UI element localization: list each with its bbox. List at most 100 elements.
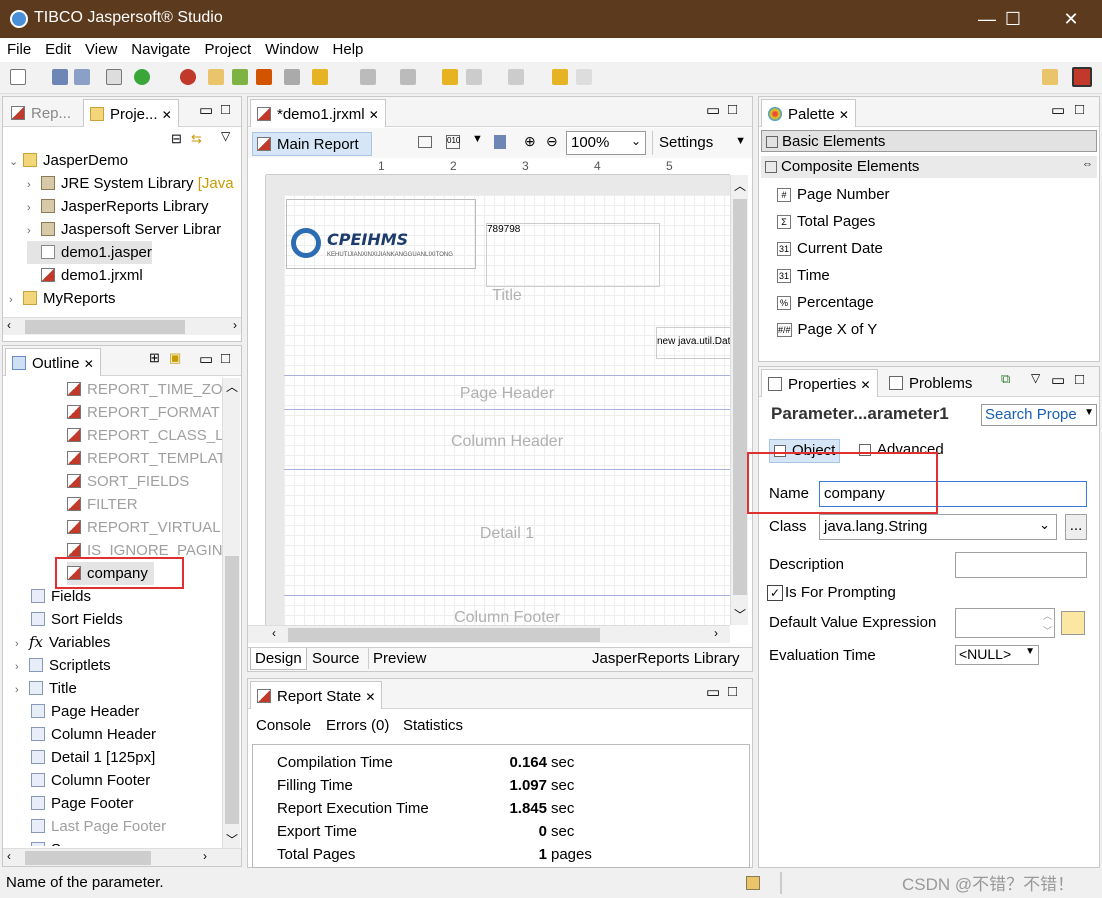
class-browse-button[interactable]: ...: [1065, 514, 1087, 540]
outline-item[interactable]: SORT_FIELDS: [67, 470, 189, 493]
minimize-view-icon[interactable]: ▭: [1051, 371, 1065, 389]
debug-icon[interactable]: [180, 69, 196, 85]
compile-icon[interactable]: [106, 69, 122, 85]
tree-item[interactable]: demo1.jrxml: [27, 264, 143, 287]
outline-item[interactable]: › Scriptlets: [15, 654, 111, 677]
maximize-view-icon[interactable]: □: [728, 101, 737, 118]
tab-demo1-jrxml[interactable]: *demo1.jrxml ✕: [250, 99, 386, 127]
expand-chevron-icon[interactable]: ›: [15, 633, 29, 656]
pin-icon[interactable]: [312, 69, 328, 85]
minimize-view-icon[interactable]: ▭: [1051, 101, 1065, 119]
forward-icon[interactable]: [508, 69, 524, 85]
nav-prev-edit-icon[interactable]: [360, 69, 376, 85]
tree-item[interactable]: › JRE System Library [Java: [27, 172, 234, 195]
tab-design[interactable]: Design: [250, 648, 307, 670]
maximize-view-icon[interactable]: □: [1075, 101, 1084, 118]
outline-item[interactable]: Summary: [31, 838, 115, 846]
scroll-up-icon[interactable]: ︿: [226, 378, 238, 395]
outline-item[interactable]: REPORT_CLASS_L(: [67, 424, 223, 447]
save-icon[interactable]: [52, 69, 68, 85]
main-report-button[interactable]: Main Report: [252, 132, 372, 156]
minimize-view-icon[interactable]: ▭: [706, 683, 720, 701]
collapse-icon[interactable]: ⇔: [1082, 158, 1093, 170]
undo-icon[interactable]: [552, 69, 568, 85]
last-edit-icon[interactable]: [442, 69, 458, 85]
scroll-left-icon[interactable]: ‹: [7, 849, 11, 863]
search-properties-input[interactable]: Search Prope ▼: [981, 404, 1097, 426]
tab-outline[interactable]: Outline ✕: [5, 348, 101, 376]
minimize-view-icon[interactable]: ▭: [199, 101, 213, 119]
spin-down-icon[interactable]: ﹀: [1043, 624, 1052, 637]
date-field-element[interactable]: new java.util.Dat: [656, 327, 730, 359]
outline-item[interactable]: › Title: [15, 677, 77, 700]
maximize-view-icon[interactable]: □: [1075, 371, 1084, 388]
palette-item[interactable]: 31 Time: [777, 264, 830, 288]
scroll-thumb[interactable]: [225, 556, 239, 824]
tree-item[interactable]: demo1.jasper: [27, 241, 152, 264]
project-horizontal-scrollbar[interactable]: ‹ ›: [3, 317, 241, 335]
tree-item[interactable]: › JasperReports Library: [27, 195, 209, 218]
expand-chevron-icon[interactable]: ›: [15, 679, 29, 702]
tab-palette[interactable]: Palette ✕: [761, 99, 856, 127]
wizard-icon[interactable]: [256, 69, 272, 85]
canvas-horizontal-scrollbar[interactable]: ‹ ›: [248, 625, 730, 643]
report-design-perspective-icon[interactable]: [1072, 67, 1092, 87]
evaluation-time-select[interactable]: <NULL> ▼: [955, 645, 1039, 665]
outline-item[interactable]: Last Page Footer: [31, 815, 166, 838]
scroll-down-icon[interactable]: ﹀: [734, 606, 746, 623]
outline-horizontal-scrollbar[interactable]: ‹ ›: [3, 848, 241, 866]
canvas-vertical-scrollbar[interactable]: ︿ ﹀: [730, 175, 748, 625]
outline-item[interactable]: REPORT_FORMAT: [67, 401, 220, 424]
outline-item[interactable]: Page Footer: [31, 792, 134, 815]
new-element-icon[interactable]: ▣: [169, 350, 181, 366]
outline-item[interactable]: › fx Variables: [15, 631, 110, 654]
link-editor-icon[interactable]: ⇆: [191, 131, 202, 147]
outline-item[interactable]: REPORT_TEMPLAT: [67, 447, 223, 470]
close-button[interactable]: ✕: [1048, 0, 1094, 38]
view-menu-icon[interactable]: ▽: [1031, 371, 1040, 385]
tab-source[interactable]: Source: [308, 648, 364, 669]
menu-window[interactable]: Window: [258, 38, 325, 58]
hierarchy-icon[interactable]: ⊞: [149, 350, 160, 366]
maximize-button[interactable]: ☐: [990, 0, 1036, 38]
zoom-in-icon[interactable]: ⊕: [524, 133, 536, 150]
back-icon[interactable]: [466, 69, 482, 85]
outline-vertical-scrollbar[interactable]: ︿ ﹀: [222, 378, 240, 848]
close-tab-icon[interactable]: ✕: [162, 108, 172, 122]
close-tab-icon[interactable]: ✕: [839, 108, 849, 122]
close-tab-icon[interactable]: ✕: [861, 378, 871, 392]
open-perspective-icon[interactable]: [1042, 69, 1058, 85]
zoom-out-icon[interactable]: ⊖: [546, 133, 558, 150]
palette-section-composite[interactable]: Composite Elements ⇔: [761, 156, 1097, 178]
tab-preview[interactable]: Preview: [368, 648, 430, 669]
scroll-right-icon[interactable]: ›: [233, 318, 237, 332]
subtab-console[interactable]: Console: [256, 717, 311, 734]
outline-item[interactable]: Column Footer: [31, 769, 150, 792]
minimize-view-icon[interactable]: ▭: [199, 350, 213, 368]
default-value-field[interactable]: ︿ ﹀: [955, 608, 1055, 638]
spin-up-icon[interactable]: ︿: [1043, 609, 1052, 622]
subtab-errors[interactable]: Errors (0): [326, 717, 389, 734]
logo-image[interactable]: CPEIHMS KEHUTIJIANXINXIJIANKANGGUANLIXIT…: [286, 199, 476, 269]
tab-project[interactable]: Proje... ✕: [83, 99, 179, 127]
palette-item[interactable]: # Page Number: [777, 183, 890, 207]
scroll-right-icon[interactable]: ›: [203, 849, 207, 863]
layout-icon[interactable]: [418, 136, 432, 148]
expand-chevron-icon[interactable]: ›: [27, 197, 41, 220]
tab-report-state[interactable]: Report State ✕: [250, 681, 383, 709]
menu-help[interactable]: Help: [326, 38, 371, 58]
tree-item[interactable]: › Jaspersoft Server Librar: [27, 218, 221, 241]
settings-button[interactable]: Settings ▼: [652, 131, 750, 155]
tree-item[interactable]: › MyReports: [9, 287, 116, 310]
tab-repository[interactable]: Rep...: [5, 99, 77, 127]
maximize-view-icon[interactable]: □: [221, 350, 230, 367]
palette-item[interactable]: Σ Total Pages: [777, 210, 875, 234]
dataset-icon[interactable]: [494, 135, 506, 149]
palette-item[interactable]: % Percentage: [777, 291, 874, 315]
scroll-down-icon[interactable]: ﹀: [226, 831, 238, 848]
view-menu-icon[interactable]: ▽: [221, 129, 230, 143]
scroll-up-icon[interactable]: ︿: [734, 177, 746, 194]
expand-chevron-icon[interactable]: ⌄: [9, 151, 23, 174]
scroll-thumb[interactable]: [288, 628, 600, 642]
close-tab-icon[interactable]: ✕: [365, 690, 375, 704]
